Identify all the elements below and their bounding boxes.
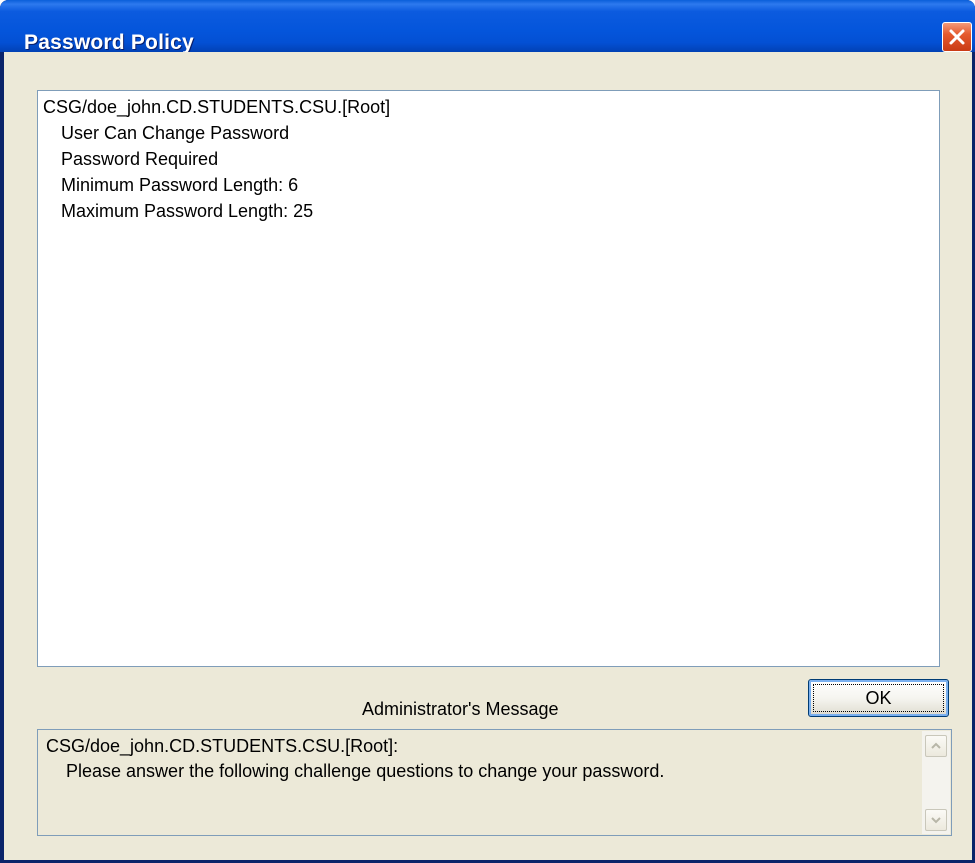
admin-message-text: CSG/doe_john.CD.STUDENTS.CSU.[Root]: Ple… xyxy=(46,734,664,784)
vertical-scrollbar[interactable] xyxy=(921,731,950,834)
message-line: Please answer the following challenge qu… xyxy=(66,761,665,781)
policy-context: CSG/doe_john.CD.STUDENTS.CSU.[Root] xyxy=(43,97,391,117)
close-button[interactable] xyxy=(942,22,972,52)
scroll-down-button[interactable] xyxy=(925,809,947,831)
password-policy-window: Password Policy CSG/doe_john.CD.STUDENTS… xyxy=(0,0,975,863)
ok-button-label: OK xyxy=(865,688,892,708)
admin-message-label: Administrator's Message xyxy=(362,699,559,719)
admin-message-box[interactable]: CSG/doe_john.CD.STUDENTS.CSU.[Root]: Ple… xyxy=(37,729,952,836)
scroll-up-button[interactable] xyxy=(925,735,947,757)
ok-button[interactable]: OK xyxy=(808,679,949,717)
policy-rule: Minimum Password Length: 6 xyxy=(61,175,299,195)
policy-rule: Maximum Password Length: 25 xyxy=(61,201,314,221)
policy-rule: User Can Change Password xyxy=(61,123,290,143)
policy-rule: Password Required xyxy=(61,149,219,169)
title-bar[interactable]: Password Policy xyxy=(0,0,975,54)
policy-details-box[interactable]: CSG/doe_john.CD.STUDENTS.CSU.[Root] User… xyxy=(37,90,940,667)
message-line: CSG/doe_john.CD.STUDENTS.CSU.[Root]: xyxy=(46,736,399,756)
dialog-body: CSG/doe_john.CD.STUDENTS.CSU.[Root] User… xyxy=(4,52,972,860)
